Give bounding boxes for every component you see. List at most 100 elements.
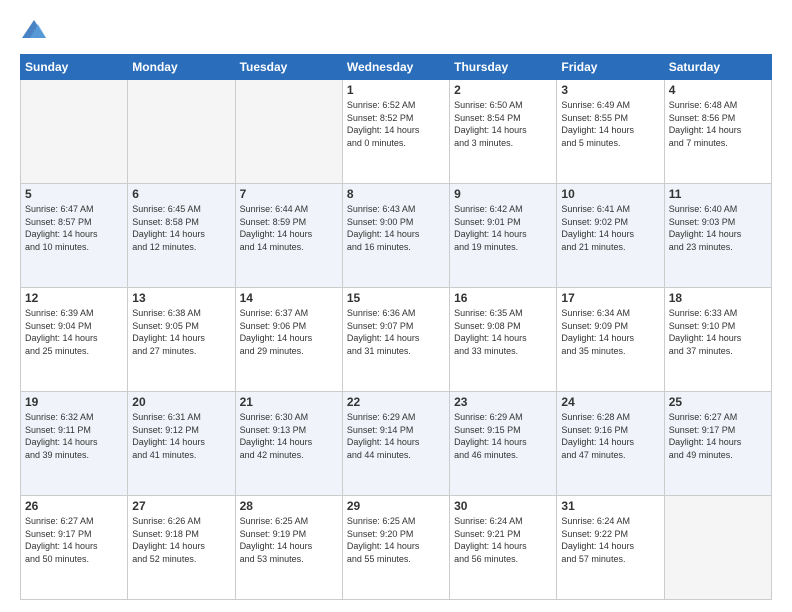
day-info: Sunrise: 6:42 AM Sunset: 9:01 PM Dayligh… — [454, 203, 552, 253]
day-number: 13 — [132, 291, 230, 305]
day-number: 17 — [561, 291, 659, 305]
day-info: Sunrise: 6:24 AM Sunset: 9:22 PM Dayligh… — [561, 515, 659, 565]
calendar-cell: 30 Sunrise: 6:24 AM Sunset: 9:21 PM Dayli… — [450, 496, 557, 600]
calendar-cell: 20 Sunrise: 6:31 AM Sunset: 9:12 PM Dayli… — [128, 392, 235, 496]
day-info: Sunrise: 6:41 AM Sunset: 9:02 PM Dayligh… — [561, 203, 659, 253]
day-info: Sunrise: 6:30 AM Sunset: 9:13 PM Dayligh… — [240, 411, 338, 461]
day-info: Sunrise: 6:39 AM Sunset: 9:04 PM Dayligh… — [25, 307, 123, 357]
day-number: 1 — [347, 83, 445, 97]
calendar-cell: 11 Sunrise: 6:40 AM Sunset: 9:03 PM Dayli… — [664, 184, 771, 288]
calendar-cell: 5Sunrise: 6:47 AM Sunset: 8:57 PM Daylig… — [21, 184, 128, 288]
calendar-cell: 24 Sunrise: 6:28 AM Sunset: 9:16 PM Dayli… — [557, 392, 664, 496]
calendar-cell: 9Sunrise: 6:42 AM Sunset: 9:01 PM Daylig… — [450, 184, 557, 288]
calendar-cell: 28Sunrise: 6:25 AM Sunset: 9:19 PM Dayli… — [235, 496, 342, 600]
day-number: 25 — [669, 395, 767, 409]
calendar-cell: 8 Sunrise: 6:43 AM Sunset: 9:00 PM Daylig… — [342, 184, 449, 288]
calendar-cell — [21, 80, 128, 184]
day-info: Sunrise: 6:27 AM Sunset: 9:17 PM Dayligh… — [669, 411, 767, 461]
day-number: 11 — [669, 187, 767, 201]
day-number: 19 — [25, 395, 123, 409]
day-number: 10 — [561, 187, 659, 201]
day-number: 29 — [347, 499, 445, 513]
day-info: Sunrise: 6:25 AM Sunset: 9:19 PM Dayligh… — [240, 515, 338, 565]
day-number: 24 — [561, 395, 659, 409]
col-header-sunday: Sunday — [21, 55, 128, 80]
day-number: 12 — [25, 291, 123, 305]
calendar-cell: 10 Sunrise: 6:41 AM Sunset: 9:02 PM Dayli… — [557, 184, 664, 288]
calendar-cell — [235, 80, 342, 184]
day-info: Sunrise: 6:35 AM Sunset: 9:08 PM Dayligh… — [454, 307, 552, 357]
day-info: Sunrise: 6:31 AM Sunset: 9:12 PM Dayligh… — [132, 411, 230, 461]
day-info: Sunrise: 6:38 AM Sunset: 9:05 PM Dayligh… — [132, 307, 230, 357]
day-number: 7 — [240, 187, 338, 201]
calendar-cell: 7Sunrise: 6:44 AM Sunset: 8:59 PM Daylig… — [235, 184, 342, 288]
calendar-row-4: 26 Sunrise: 6:27 AM Sunset: 9:17 PM Dayli… — [21, 496, 772, 600]
day-info: Sunrise: 6:24 AM Sunset: 9:21 PM Dayligh… — [454, 515, 552, 565]
day-number: 14 — [240, 291, 338, 305]
day-info: Sunrise: 6:43 AM Sunset: 9:00 PM Dayligh… — [347, 203, 445, 253]
day-info: Sunrise: 6:50 AM Sunset: 8:54 PM Dayligh… — [454, 99, 552, 149]
day-number: 18 — [669, 291, 767, 305]
col-header-monday: Monday — [128, 55, 235, 80]
day-info: Sunrise: 6:36 AM Sunset: 9:07 PM Dayligh… — [347, 307, 445, 357]
calendar-row-2: 12 Sunrise: 6:39 AM Sunset: 9:04 PM Dayli… — [21, 288, 772, 392]
page: SundayMondayTuesdayWednesdayThursdayFrid… — [0, 0, 792, 612]
day-info: Sunrise: 6:28 AM Sunset: 9:16 PM Dayligh… — [561, 411, 659, 461]
day-number: 20 — [132, 395, 230, 409]
calendar-cell: 6 Sunrise: 6:45 AM Sunset: 8:58 PM Daylig… — [128, 184, 235, 288]
col-header-friday: Friday — [557, 55, 664, 80]
calendar-cell: 19 Sunrise: 6:32 AM Sunset: 9:11 PM Dayli… — [21, 392, 128, 496]
day-info: Sunrise: 6:29 AM Sunset: 9:15 PM Dayligh… — [454, 411, 552, 461]
day-info: Sunrise: 6:47 AM Sunset: 8:57 PM Dayligh… — [25, 203, 123, 253]
col-header-thursday: Thursday — [450, 55, 557, 80]
calendar-cell: 2Sunrise: 6:50 AM Sunset: 8:54 PM Daylig… — [450, 80, 557, 184]
day-number: 4 — [669, 83, 767, 97]
calendar-cell: 12 Sunrise: 6:39 AM Sunset: 9:04 PM Dayli… — [21, 288, 128, 392]
calendar-cell — [664, 496, 771, 600]
calendar-cell: 25 Sunrise: 6:27 AM Sunset: 9:17 PM Dayli… — [664, 392, 771, 496]
day-number: 6 — [132, 187, 230, 201]
day-info: Sunrise: 6:27 AM Sunset: 9:17 PM Dayligh… — [25, 515, 123, 565]
day-number: 8 — [347, 187, 445, 201]
calendar-cell — [128, 80, 235, 184]
logo — [20, 16, 52, 44]
day-number: 16 — [454, 291, 552, 305]
calendar-cell: 17 Sunrise: 6:34 AM Sunset: 9:09 PM Dayli… — [557, 288, 664, 392]
calendar-row-3: 19 Sunrise: 6:32 AM Sunset: 9:11 PM Dayli… — [21, 392, 772, 496]
day-info: Sunrise: 6:26 AM Sunset: 9:18 PM Dayligh… — [132, 515, 230, 565]
calendar-header-row: SundayMondayTuesdayWednesdayThursdayFrid… — [21, 55, 772, 80]
day-info: Sunrise: 6:40 AM Sunset: 9:03 PM Dayligh… — [669, 203, 767, 253]
calendar-cell: 3Sunrise: 6:49 AM Sunset: 8:55 PM Daylig… — [557, 80, 664, 184]
day-number: 3 — [561, 83, 659, 97]
calendar-cell: 21Sunrise: 6:30 AM Sunset: 9:13 PM Dayli… — [235, 392, 342, 496]
calendar-cell: 4 Sunrise: 6:48 AM Sunset: 8:56 PM Daylig… — [664, 80, 771, 184]
day-number: 31 — [561, 499, 659, 513]
col-header-wednesday: Wednesday — [342, 55, 449, 80]
day-number: 26 — [25, 499, 123, 513]
calendar-cell: 1 Sunrise: 6:52 AM Sunset: 8:52 PM Daylig… — [342, 80, 449, 184]
day-info: Sunrise: 6:45 AM Sunset: 8:58 PM Dayligh… — [132, 203, 230, 253]
day-info: Sunrise: 6:32 AM Sunset: 9:11 PM Dayligh… — [25, 411, 123, 461]
calendar-cell: 27Sunrise: 6:26 AM Sunset: 9:18 PM Dayli… — [128, 496, 235, 600]
day-number: 30 — [454, 499, 552, 513]
calendar-cell: 15Sunrise: 6:36 AM Sunset: 9:07 PM Dayli… — [342, 288, 449, 392]
calendar-cell: 18 Sunrise: 6:33 AM Sunset: 9:10 PM Dayli… — [664, 288, 771, 392]
day-info: Sunrise: 6:48 AM Sunset: 8:56 PM Dayligh… — [669, 99, 767, 149]
day-info: Sunrise: 6:37 AM Sunset: 9:06 PM Dayligh… — [240, 307, 338, 357]
calendar-cell: 16 Sunrise: 6:35 AM Sunset: 9:08 PM Dayli… — [450, 288, 557, 392]
header — [20, 16, 772, 44]
col-header-saturday: Saturday — [664, 55, 771, 80]
day-info: Sunrise: 6:52 AM Sunset: 8:52 PM Dayligh… — [347, 99, 445, 149]
calendar-cell: 23 Sunrise: 6:29 AM Sunset: 9:15 PM Dayli… — [450, 392, 557, 496]
calendar-cell: 29Sunrise: 6:25 AM Sunset: 9:20 PM Dayli… — [342, 496, 449, 600]
calendar-row-0: 1 Sunrise: 6:52 AM Sunset: 8:52 PM Daylig… — [21, 80, 772, 184]
day-info: Sunrise: 6:33 AM Sunset: 9:10 PM Dayligh… — [669, 307, 767, 357]
day-number: 22 — [347, 395, 445, 409]
calendar-row-1: 5Sunrise: 6:47 AM Sunset: 8:57 PM Daylig… — [21, 184, 772, 288]
day-number: 23 — [454, 395, 552, 409]
day-info: Sunrise: 6:34 AM Sunset: 9:09 PM Dayligh… — [561, 307, 659, 357]
calendar-cell: 14 Sunrise: 6:37 AM Sunset: 9:06 PM Dayli… — [235, 288, 342, 392]
calendar-cell: 31 Sunrise: 6:24 AM Sunset: 9:22 PM Dayli… — [557, 496, 664, 600]
day-info: Sunrise: 6:29 AM Sunset: 9:14 PM Dayligh… — [347, 411, 445, 461]
col-header-tuesday: Tuesday — [235, 55, 342, 80]
